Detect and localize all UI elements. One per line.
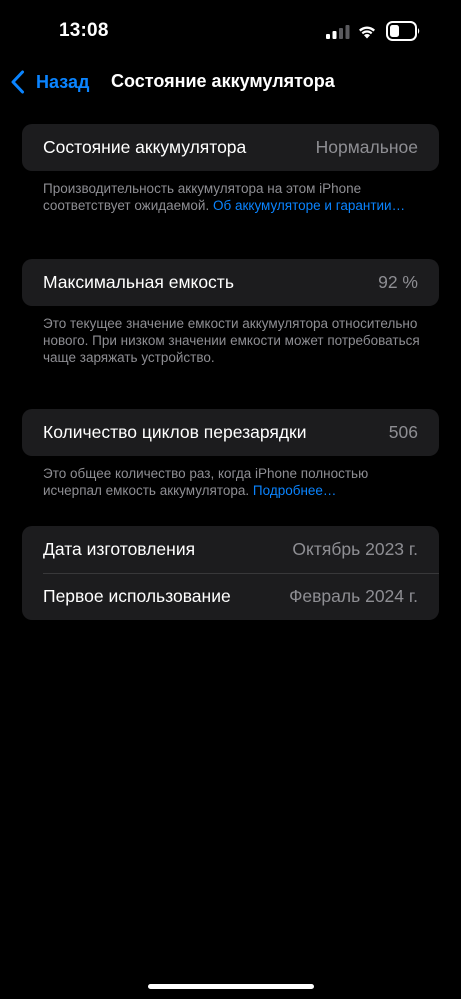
manufacture-date-value: Октябрь 2023 г.	[292, 539, 418, 559]
navigation-bar: Назад Состояние аккумулятора	[0, 60, 461, 104]
max-capacity-row: Максимальная емкость 92 %	[22, 259, 439, 306]
battery-icon	[386, 21, 420, 41]
page-title: Состояние аккумулятора	[111, 71, 335, 91]
back-button[interactable]: Назад	[10, 68, 89, 96]
max-capacity-card: Максимальная емкость 92 %	[22, 259, 439, 306]
cycle-count-row: Количество циклов перезарядки 506	[22, 409, 439, 456]
battery-condition-label: Состояние аккумулятора	[43, 137, 247, 157]
cycle-count-footnote: Это общее количество раз, когда iPhone п…	[43, 465, 423, 499]
battery-condition-footnote: Производительность аккумулятора на этом …	[43, 180, 423, 214]
status-time: 13:08	[59, 20, 109, 41]
row-divider	[43, 573, 439, 574]
first-use-row: Первое использование Февраль 2024 г.	[22, 573, 439, 620]
battery-condition-value: Нормальное	[315, 137, 418, 157]
cycle-count-label: Количество циклов перезарядки	[43, 422, 307, 442]
battery-condition-card: Состояние аккумулятора Нормальное	[22, 124, 439, 171]
battery-warranty-link[interactable]: Об аккумуляторе и гарантии…	[213, 198, 405, 213]
first-use-value: Февраль 2024 г.	[289, 586, 418, 606]
home-indicator[interactable]	[148, 984, 314, 989]
manufacture-date-label: Дата изготовления	[43, 539, 196, 559]
status-bar: 13:08	[0, 0, 461, 60]
cycle-count-value: 506	[388, 422, 418, 442]
first-use-label: Первое использование	[43, 586, 231, 606]
manufacture-date-row: Дата изготовления Октябрь 2023 г.	[22, 526, 439, 573]
max-capacity-value: 92 %	[378, 272, 418, 292]
cellular-signal-icon	[326, 25, 350, 39]
dates-card: Дата изготовления Октябрь 2023 г. Первое…	[22, 526, 439, 620]
chevron-left-icon	[11, 70, 24, 94]
battery-condition-row: Состояние аккумулятора Нормальное	[22, 124, 439, 171]
wifi-icon	[359, 26, 375, 39]
cycle-count-card: Количество циклов перезарядки 506	[22, 409, 439, 456]
learn-more-link[interactable]: Подробнее…	[253, 483, 337, 498]
max-capacity-label: Максимальная емкость	[43, 272, 234, 292]
max-capacity-footnote: Это текущее значение емкости аккумулятор…	[43, 316, 420, 365]
back-label: Назад	[36, 71, 90, 92]
